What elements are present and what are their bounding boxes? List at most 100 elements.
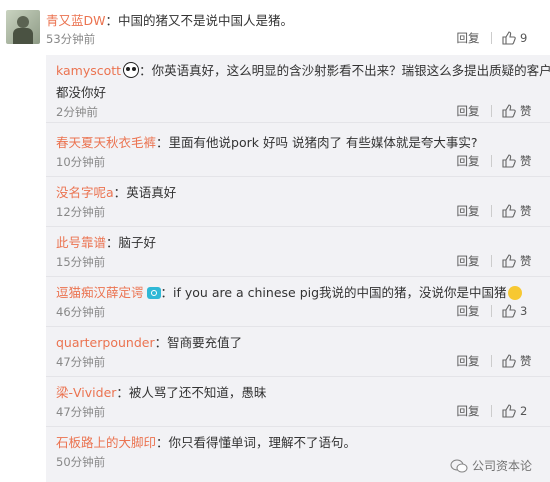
reply-actions: 回复 赞 [445, 253, 550, 269]
reply-actions: 回复 赞 [445, 353, 550, 369]
comment-line: 青又蓝DW：中国的猪又不是说中国人是猪。 [46, 10, 293, 29]
thumbs-up-icon [502, 104, 516, 118]
reply-actions: 回复 3 [445, 303, 550, 319]
like-count: 赞 [520, 104, 532, 118]
reply-item: kamyscott ：你英语真好，这么明显的含沙射影看不出来？瑞银这么多提出质疑的… [46, 55, 550, 123]
reply-text: if you are a chinese pig我说的中国的猪，没说你是中国猪 [173, 285, 507, 300]
reply-button[interactable]: 回复 [445, 103, 491, 119]
username-link[interactable]: quarterpounder [56, 335, 155, 350]
like-count: 9 [520, 31, 528, 45]
reply-line: 此号靠谱：脑子好 [56, 232, 156, 251]
comment-actions: 回复 9 [445, 30, 550, 46]
like-button[interactable]: 赞 [492, 253, 550, 269]
like-count: 赞 [520, 204, 532, 218]
main-comment: 青又蓝DW：中国的猪又不是说中国人是猪。 53分钟前 回复 9 [0, 0, 550, 52]
like-button[interactable]: 赞 [492, 203, 550, 219]
like-button[interactable]: 3 [492, 304, 550, 318]
reply-button[interactable]: 回复 [445, 253, 491, 269]
timestamp: 50分钟前 [56, 455, 106, 469]
reply-text: 被人骂了还不知道，愚昧 [128, 385, 267, 400]
reply-line: quarterpounder：智商要充值了 [56, 332, 242, 351]
timestamp: 46分钟前 [56, 305, 106, 319]
colon: ： [116, 385, 129, 400]
reply-list: kamyscott ：你英语真好，这么明显的含沙射影看不出来？瑞银这么多提出质疑的… [46, 55, 550, 482]
username-link[interactable]: 没名字呢a [56, 185, 114, 200]
username-link[interactable]: 逗猫痴汉薛定谔 [56, 285, 144, 300]
like-button[interactable]: 赞 [492, 153, 550, 169]
colon: ： [156, 135, 169, 150]
reply-actions: 回复 赞 [445, 203, 550, 219]
reply-actions: 回复 2 [445, 403, 550, 419]
thumbs-up-icon [502, 254, 516, 268]
colon: ： [106, 235, 119, 250]
watermark: 公司资本论 [450, 457, 532, 474]
colon: ： [139, 63, 152, 78]
divider [46, 122, 550, 123]
username-link[interactable]: 青又蓝DW [46, 13, 106, 28]
like-button[interactable]: 9 [492, 31, 550, 45]
reply-text: 你只看得懂单词，理解不了语句。 [168, 435, 357, 450]
like-count: 赞 [520, 354, 532, 368]
like-button[interactable]: 赞 [492, 353, 550, 369]
smile-emoji-icon [507, 286, 522, 300]
reply-text: 智商要充值了 [167, 335, 243, 350]
username-link[interactable]: 梁-Vivider [56, 385, 116, 400]
comment-text: 中国的猪又不是说中国人是猪。 [118, 13, 294, 28]
wechat-icon [450, 459, 468, 472]
thumbs-up-icon [502, 354, 516, 368]
reply-text: 英语真好 [126, 185, 177, 200]
reply-item: 逗猫痴汉薛定谔 ：if you are a chinese pig我说的中国的猪，… [46, 277, 550, 327]
like-count: 3 [520, 304, 528, 318]
timestamp: 47分钟前 [56, 355, 106, 369]
timestamp: 2分钟前 [56, 105, 98, 119]
reply-line: 梁-Vivider：被人骂了还不知道，愚昧 [56, 382, 266, 401]
like-button[interactable]: 赞 [492, 103, 550, 119]
like-button[interactable]: 2 [492, 404, 550, 418]
reply-item: 春天夏天秋衣毛裤：里面有他说pork 好吗 说猪肉了 有些媒体就是夸大事实? 1… [46, 127, 550, 177]
watermark-text: 公司资本论 [471, 459, 532, 473]
timestamp: 10分钟前 [56, 155, 106, 169]
panda-emoji-icon [123, 62, 140, 78]
reply-line-continued: 都没你好 [56, 82, 106, 101]
reply-item: 此号靠谱：脑子好 15分钟前 回复 赞 [46, 227, 550, 277]
username-link[interactable]: 此号靠谱 [56, 235, 106, 250]
reply-text: 脑子好 [118, 235, 157, 250]
timestamp: 12分钟前 [56, 205, 106, 219]
reply-item: quarterpounder：智商要充值了 47分钟前 回复 赞 [46, 327, 550, 377]
reply-item: 没名字呢a：英语真好 12分钟前 回复 赞 [46, 177, 550, 227]
reply-line: 逗猫痴汉薛定谔 ：if you are a chinese pig我说的中国的猪，… [56, 282, 522, 301]
timestamp: 47分钟前 [56, 405, 106, 419]
colon: ： [154, 335, 168, 350]
colon: ： [160, 285, 174, 300]
reply-item: 梁-Vivider：被人骂了还不知道，愚昧 47分钟前 回复 2 [46, 377, 550, 427]
reply-text: 都没你好 [56, 85, 107, 100]
reply-line: kamyscott ：你英语真好，这么明显的含沙射影看不出来？瑞银这么多提出质疑的… [56, 60, 550, 79]
reply-button[interactable]: 回复 [445, 303, 491, 319]
thumbs-up-icon [502, 304, 516, 318]
reply-line: 石板路上的大脚印：你只看得懂单词，理解不了语句。 [56, 432, 356, 451]
username-link[interactable]: 春天夏天秋衣毛裤 [56, 135, 156, 150]
thumbs-up-icon [502, 31, 516, 45]
reply-line: 春天夏天秋衣毛裤：里面有他说pork 好吗 说猪肉了 有些媒体就是夸大事实? [56, 132, 478, 151]
reply-button[interactable]: 回复 [445, 403, 491, 419]
username-link[interactable]: kamyscott [56, 63, 121, 78]
reply-button[interactable]: 回复 [445, 153, 491, 169]
thumbs-up-icon [502, 154, 516, 168]
reply-button[interactable]: 回复 [445, 30, 491, 46]
username-link[interactable]: 石板路上的大脚印 [56, 435, 156, 450]
reply-text: 你英语真好，这么明显的含沙射影看不出来？瑞银这么多提出质疑的客户英语 [151, 63, 550, 78]
vip-badge-icon [146, 287, 161, 299]
colon: ： [156, 435, 169, 450]
colon: ： [105, 13, 119, 28]
thumbs-up-icon [502, 404, 516, 418]
reply-line: 没名字呢a：英语真好 [56, 182, 176, 201]
like-count: 赞 [520, 154, 532, 168]
timestamp: 15分钟前 [56, 255, 106, 269]
like-count: 2 [520, 404, 528, 418]
reply-button[interactable]: 回复 [445, 353, 491, 369]
avatar[interactable] [6, 10, 40, 44]
reply-text: 里面有他说pork 好吗 说猪肉了 有些媒体就是夸大事实? [168, 135, 478, 150]
thumbs-up-icon [502, 204, 516, 218]
colon: ： [113, 185, 127, 200]
reply-button[interactable]: 回复 [445, 203, 491, 219]
